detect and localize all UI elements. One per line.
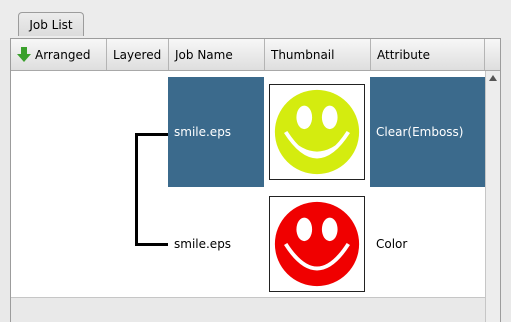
column-header-attribute[interactable]: Attribute (371, 39, 485, 70)
job-name: smile.eps (174, 125, 232, 139)
vertical-scrollbar[interactable] (485, 71, 500, 322)
tab-job-list[interactable]: Job List (18, 12, 84, 36)
down-arrow-icon (17, 46, 31, 62)
smiley-red-thumbnail (269, 196, 365, 292)
thumbnail-cell[interactable] (264, 77, 370, 187)
job-name-cell[interactable]: smile.eps (168, 77, 264, 187)
table-row[interactable]: smile.eps Clear(Emboss) (11, 77, 485, 187)
column-header-corner (485, 39, 500, 70)
column-header-thumbnail[interactable]: Thumbnail (265, 39, 371, 70)
attribute-cell[interactable]: Clear(Emboss) (370, 77, 485, 187)
job-list-panel: Arranged Layered Job Name Thumbnail Attr… (10, 38, 501, 322)
attribute-cell[interactable]: Color (370, 189, 485, 299)
thumbnail-cell[interactable] (264, 189, 370, 299)
tab-strip: Job List (0, 0, 511, 40)
column-header-label: Attribute (377, 47, 430, 62)
attribute-value: Color (376, 237, 408, 251)
column-header-arranged[interactable]: Arranged (11, 39, 107, 70)
column-header-label: Layered (113, 47, 162, 62)
column-header-label: Thumbnail (271, 47, 335, 62)
table-body: smile.eps Clear(Emboss) smile.eps Color (11, 71, 485, 322)
table-row[interactable]: smile.eps Color (11, 189, 485, 299)
job-name-cell[interactable]: smile.eps (168, 189, 264, 299)
smiley-yellow-green-thumbnail (269, 84, 365, 180)
column-header-label: Arranged (35, 47, 91, 62)
column-header-label: Job Name (175, 47, 233, 62)
caret-up-icon (489, 75, 497, 81)
tab-label: Job List (29, 17, 73, 32)
scroll-up-arrow-icon[interactable] (486, 71, 500, 85)
column-header-job-name[interactable]: Job Name (169, 39, 265, 70)
table-header: Arranged Layered Job Name Thumbnail Attr… (11, 39, 500, 71)
attribute-value: Clear(Emboss) (376, 125, 464, 139)
column-header-layered[interactable]: Layered (107, 39, 169, 70)
table-empty-area (11, 297, 485, 322)
job-name: smile.eps (174, 237, 232, 251)
job-list-window: Job List Arranged Layered Job Name Thumb… (0, 0, 511, 322)
